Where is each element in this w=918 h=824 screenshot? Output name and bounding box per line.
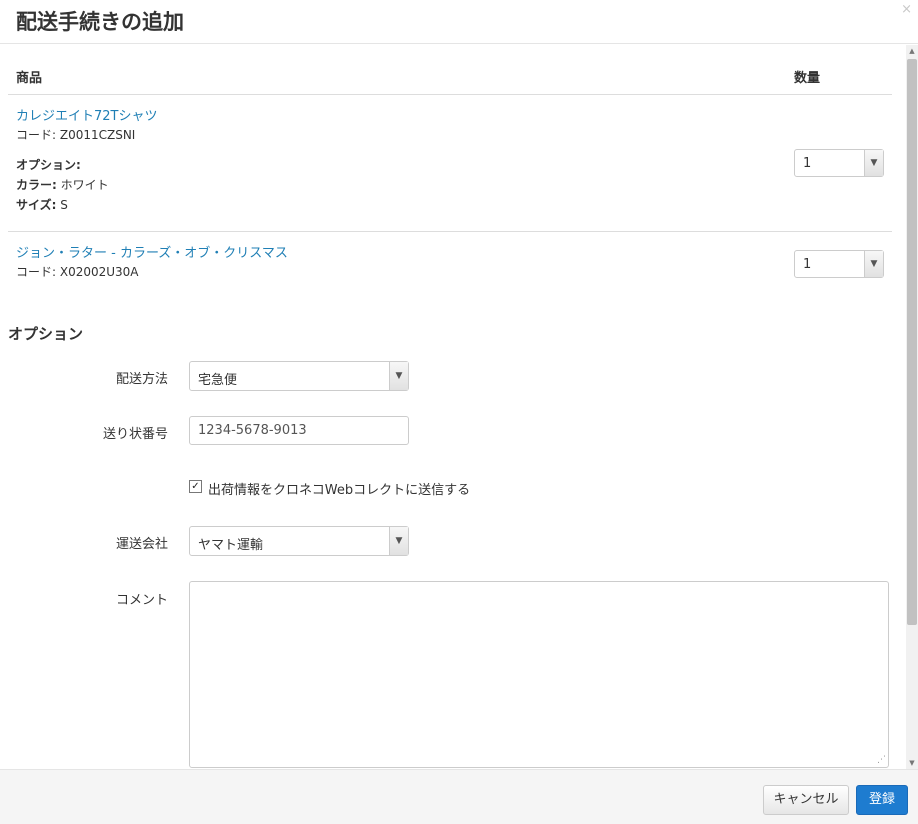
option-color: カラー: ホワイト <box>16 176 109 193</box>
carrier-select[interactable]: ヤマト運輸 ▼ <box>189 526 409 556</box>
dialog-title: 配送手続きの追加 <box>16 10 184 34</box>
shipping-method-label: 配送方法 <box>115 372 168 387</box>
scroll-up-icon[interactable]: ▲ <box>906 45 918 57</box>
dialog-header: 配送手続きの追加 × <box>0 0 918 44</box>
send-info-checkbox[interactable]: ✓ <box>189 480 202 493</box>
chevron-down-icon: ▼ <box>389 527 408 555</box>
carrier-value: ヤマト運輸 <box>198 538 264 553</box>
product-link[interactable]: カレジエイト72Tシャツ <box>16 105 157 124</box>
option-size-value: S <box>60 198 68 212</box>
dialog-footer: キャンセル 登録 <box>0 769 918 824</box>
close-icon[interactable]: × <box>901 2 912 17</box>
comment-label: コメント <box>115 593 168 608</box>
column-header-product: 商品 <box>16 71 43 86</box>
option-color-value: ホワイト <box>60 178 109 192</box>
options-section-title: オプション <box>8 325 84 343</box>
submit-button[interactable]: 登録 <box>856 785 908 815</box>
scrollbar-thumb[interactable] <box>907 59 917 625</box>
send-info-checkbox-label[interactable]: 出荷情報をクロネコWebコレクトに送信する <box>208 479 470 498</box>
divider <box>8 94 892 95</box>
column-header-quantity: 数量 <box>794 71 821 86</box>
scroll-down-icon[interactable]: ▼ <box>906 757 918 769</box>
option-size: サイズ: S <box>16 196 68 213</box>
shipping-method-value: 宅急便 <box>198 373 238 388</box>
product-link[interactable]: ジョン・ラター - カラーズ・オブ・クリスマス <box>16 242 288 261</box>
quantity-select[interactable]: 1 ▼ <box>794 250 884 278</box>
cancel-button[interactable]: キャンセル <box>763 785 849 815</box>
product-code: コード: Z0011CZSNI <box>16 128 136 142</box>
carrier-label: 運送会社 <box>115 537 168 552</box>
scrollbar[interactable]: ▲ ▼ <box>906 45 918 769</box>
tracking-number-input[interactable]: 1234-5678-9013 <box>189 416 409 445</box>
chevron-down-icon: ▼ <box>864 150 883 176</box>
options-label: オプション: <box>16 158 81 172</box>
option-size-label: サイズ: <box>16 198 57 212</box>
option-color-label: カラー: <box>16 178 57 192</box>
tracking-number-label: 送り状番号 <box>102 427 168 442</box>
chevron-down-icon: ▼ <box>864 251 883 277</box>
resize-grip-icon[interactable]: ⋰ <box>877 755 886 765</box>
divider <box>8 231 892 232</box>
product-code: コード: X02002U30A <box>16 265 139 279</box>
quantity-select[interactable]: 1 ▼ <box>794 149 884 177</box>
chevron-down-icon: ▼ <box>389 362 408 390</box>
dialog-body: 商品 数量 カレジエイト72Tシャツ コード: Z0011CZSNI オプション… <box>0 45 906 769</box>
quantity-value: 1 <box>803 156 812 171</box>
quantity-value: 1 <box>803 257 812 272</box>
comment-textarea[interactable]: ⋰ <box>189 581 889 768</box>
shipping-method-select[interactable]: 宅急便 ▼ <box>189 361 409 391</box>
